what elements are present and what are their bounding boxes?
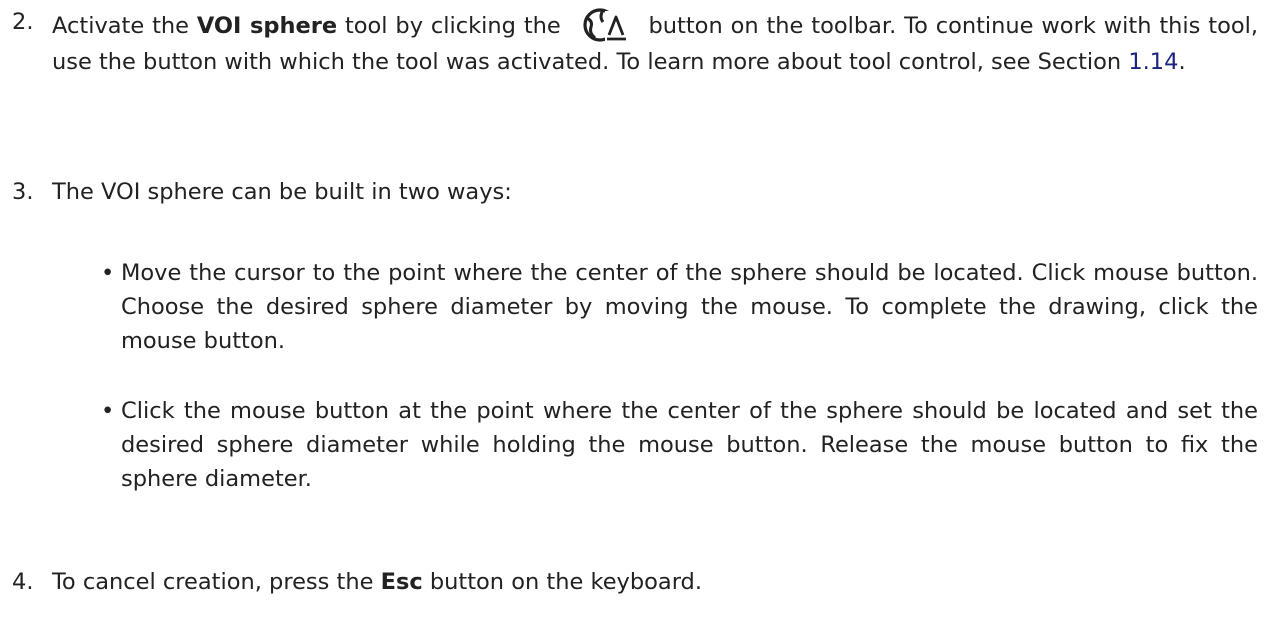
text-segment: To cancel creation, press the (52, 569, 381, 595)
step-number: 3. (12, 179, 34, 205)
key-name: Esc (380, 569, 423, 595)
list-item: • Click the mouse button at the point wh… (101, 394, 1258, 496)
text-segment: . (1178, 49, 1186, 75)
bullet-text: Click the mouse button at the point wher… (121, 398, 1258, 492)
step-text: The VOI sphere can be built in two ways: (52, 179, 512, 205)
text-segment: tool by clicking the (337, 13, 569, 39)
step-number: 2. (12, 9, 34, 35)
voi-sphere-tool-icon (581, 5, 629, 45)
step-number: 4. (12, 569, 34, 595)
step-text: To cancel creation, press the Esc button… (52, 565, 1258, 599)
bullet-text: Move the cursor to the point where the c… (121, 260, 1258, 354)
step-2: 2. Activate the VOI sphere tool by click… (12, 5, 1258, 79)
step-text: Activate the VOI sphere tool by clicking… (52, 5, 1258, 79)
bullet-marker: • (101, 398, 115, 424)
text-segment: Activate the (52, 13, 197, 39)
text-segment: button on the keyboard. (422, 569, 702, 595)
tool-name: VOI sphere (196, 13, 338, 39)
section-link[interactable]: 1.14 (1128, 49, 1178, 75)
list-item: • Move the cursor to the point where the… (101, 256, 1258, 358)
step-4: 4. To cancel creation, press the Esc but… (12, 565, 1258, 599)
step-3: 3. The VOI sphere can be built in two wa… (12, 175, 1258, 209)
bullet-marker: • (101, 260, 115, 286)
